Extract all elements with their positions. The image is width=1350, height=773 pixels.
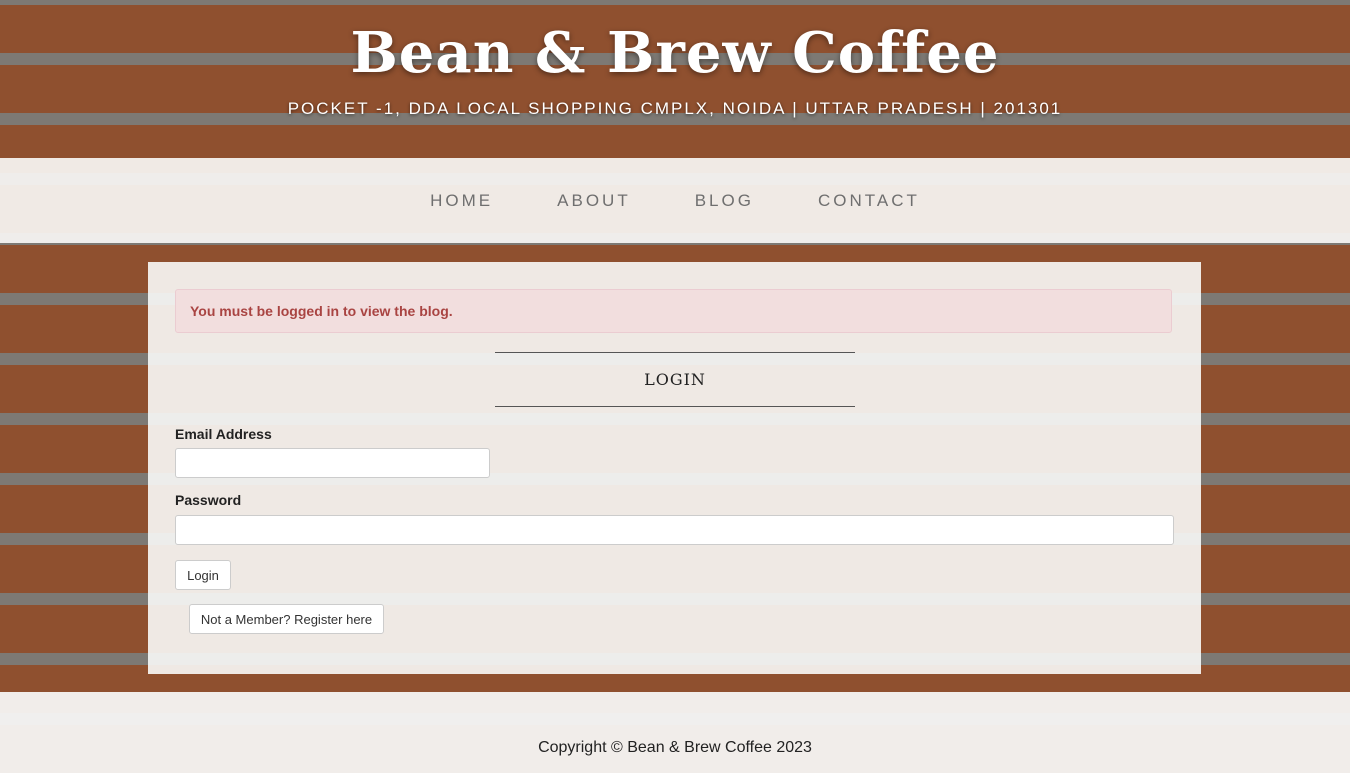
site-title: Bean & Brew Coffee: [350, 20, 1000, 86]
email-field[interactable]: [175, 448, 490, 478]
nav-link-blog[interactable]: BLOG: [695, 191, 754, 211]
password-field[interactable]: [175, 515, 1174, 545]
copyright-text: Copyright © Bean & Brew Coffee 2023: [538, 739, 812, 756]
site-footer: Copyright © Bean & Brew Coffee 2023: [0, 692, 1350, 773]
login-required-alert: You must be logged in to view the blog.: [175, 289, 1172, 333]
login-button[interactable]: Login: [175, 560, 231, 590]
nav-link-about[interactable]: ABOUT: [557, 191, 631, 211]
login-heading: LOGIN: [495, 352, 855, 407]
email-label: Email Address: [175, 426, 272, 442]
site-header: Bean & Brew Coffee POCKET -1, DDA LOCAL …: [0, 0, 1350, 158]
main-nav: HOME ABOUT BLOG CONTACT: [0, 158, 1350, 243]
login-panel: You must be logged in to view the blog. …: [148, 262, 1201, 674]
nav-link-contact[interactable]: CONTACT: [818, 191, 920, 211]
site-address: POCKET -1, DDA LOCAL SHOPPING CMPLX, NOI…: [287, 99, 1063, 118]
register-button[interactable]: Not a Member? Register here: [189, 604, 384, 634]
password-label: Password: [175, 492, 242, 508]
page: Bean & Brew Coffee POCKET -1, DDA LOCAL …: [0, 0, 1350, 773]
nav-link-home[interactable]: HOME: [430, 191, 493, 211]
